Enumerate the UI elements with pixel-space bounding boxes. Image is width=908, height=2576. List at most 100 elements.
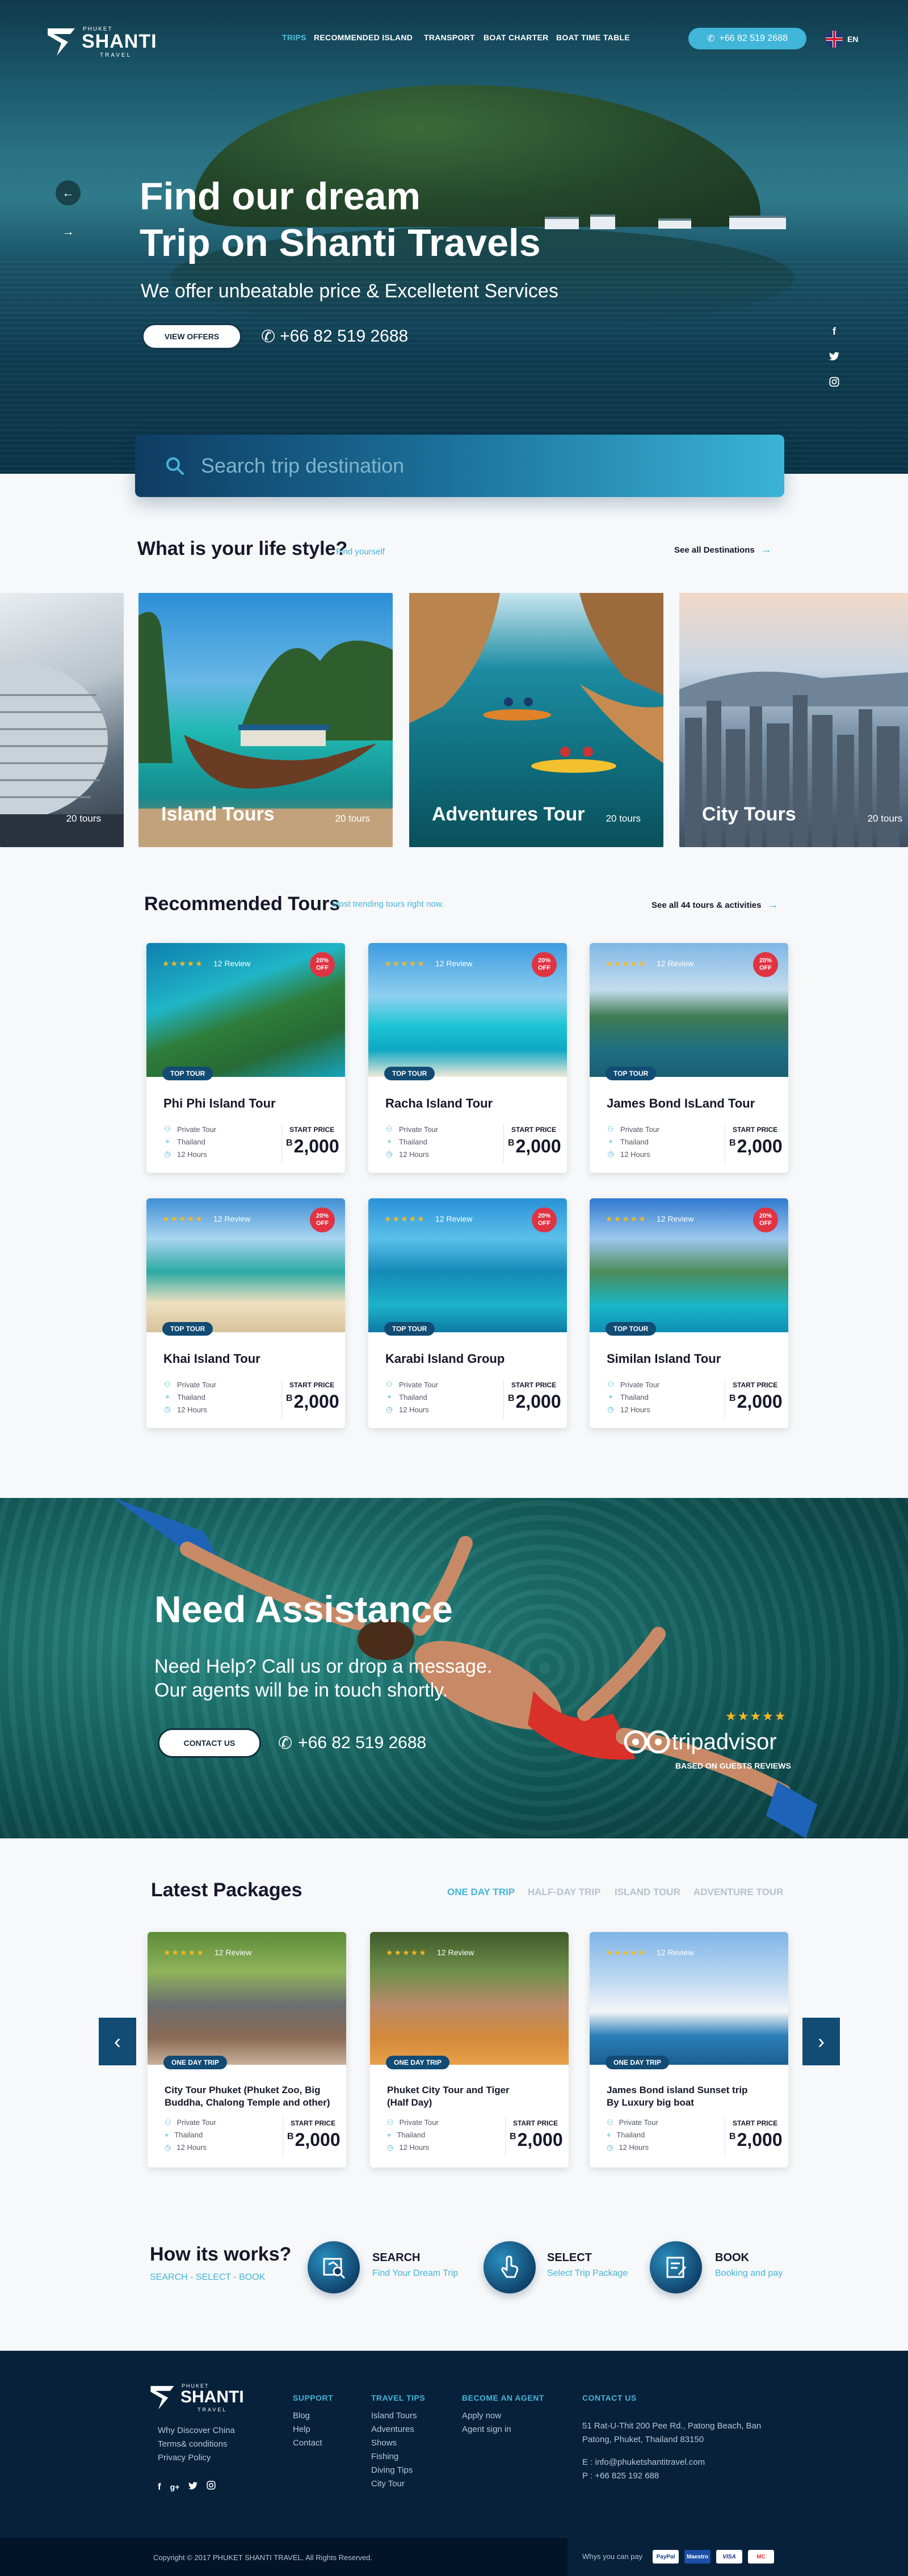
footer-link[interactable]: Fishing [371,2450,425,2464]
tab-island-tour[interactable]: ISLAND TOUR [615,1887,680,1898]
lifestyle-card-city[interactable]: City Tours 20 tours [679,593,908,847]
footer-link[interactable]: Why Discover China [158,2424,235,2438]
footer-link[interactable]: Agent sign in [462,2423,544,2436]
footer-link[interactable]: Apply now [462,2409,544,2423]
footer-link[interactable]: Shows [371,2436,425,2450]
tripadvisor-badge[interactable]: ★★★★★ tripadvisor BASED ON GUESTS REVIEW… [623,1709,805,1777]
see-all-destinations-label: See all Destinations [674,545,755,555]
top-tour-badge: TOP TOUR [162,1067,213,1080]
currency-symbol: B [729,1394,736,1403]
how-step-select[interactable] [484,2241,536,2293]
tour-card[interactable]: ★★★★★ 12 Review 20% OFF TOP TOUR Khai Island … [146,1198,345,1428]
lifestyle-card-city-partial[interactable]: 20 tours [0,593,124,847]
tour-card[interactable]: ★★★★★ 12 Review 20% OFF TOP TOUR Phi Phi Isla… [146,943,345,1173]
tour-card[interactable]: ★★★★★ 12 Review 20% OFF TOP TOUR Similan Isla… [590,1198,788,1428]
tour-card[interactable]: ★★★★★ 12 Review 20% OFF TOP TOUR James Bond I… [590,943,788,1173]
footer-link[interactable]: Privacy Policy [158,2451,235,2465]
tour-name: Similan Island Tour [607,1352,721,1366]
footer-link[interactable]: Terms& conditions [158,2438,235,2451]
footer-phone[interactable]: P : +66 825 192 688 [582,2469,761,2483]
slider-next-button[interactable]: → [56,219,81,244]
see-all-destinations-link[interactable]: See all Destinations → [674,544,772,557]
package-name-line1: Phuket City Tour and Tiger [387,2085,510,2095]
google-plus-icon[interactable]: g+ [170,2482,180,2491]
discount-badge: 20% OFF [753,952,778,977]
price-value: 2,000 [737,1136,783,1156]
tab-one-day-trip[interactable]: ONE DAY TRIP [447,1887,515,1898]
search-bar[interactable] [135,435,784,497]
footer-address: 51 Rat-U-Thit 200 Pee Rd., Patong Beach,… [582,2421,762,2431]
packages-prev-button[interactable]: ‹ [99,2018,136,2065]
package-name: City Tour Phuket (Phuket Zoo, Big Buddha,… [165,2084,335,2109]
one-day-trip-badge: ONE DAY TRIP [163,2056,228,2069]
nav-recommended-island[interactable]: RECOMMENDED ISLAND [314,33,413,42]
footer-link[interactable]: City Tour [371,2477,425,2491]
facebook-icon[interactable]: f [827,326,841,338]
slider-prev-button[interactable]: ← [56,180,81,205]
lifestyle-card-count: 20 tours [66,813,101,824]
tour-price: B2,000 [286,1136,339,1157]
discount-label: OFF [759,965,772,971]
how-step-book[interactable] [650,2241,702,2293]
people-icon: ⚇ [164,1125,171,1133]
tour-duration: ◷ 12 Hours [385,1405,428,1414]
package-card[interactable]: ★★★★★ 12 Review ONE DAY TRIP City Tour Phuk… [148,1932,346,2167]
footer-link[interactable]: Island Tours [371,2409,425,2423]
footer-logo[interactable]: PHUKET SHANTI TRAVEL [149,2382,251,2414]
nav-trips[interactable]: TRIPS [282,33,306,42]
footer-email[interactable]: E : info@phuketshantitravel.com [582,2456,761,2469]
assistance-phone[interactable]: ✆ +66 82 519 2688 [278,1728,426,1758]
package-duration: ◷ 12 Hours [607,2143,649,2152]
nav-transport[interactable]: TRANSPORT [424,33,475,42]
lifestyle-card-label: Adventures Tour [432,803,585,825]
tour-type: ⚇ Private Tour [607,1125,659,1134]
footer-link[interactable]: Adventures [371,2423,425,2436]
location-pin-icon: ⌖ [608,1392,613,1401]
tour-type: ⚇ Private Tour [385,1380,438,1389]
how-step-title: BOOK [715,2251,749,2264]
twitter-icon[interactable] [188,2481,198,2493]
lifestyle-card-island[interactable]: Island Tours 20 tours [138,593,393,847]
tab-adventure-tour[interactable]: ADVENTURE TOUR [693,1887,783,1898]
footer-link[interactable]: Diving Tips [371,2464,425,2477]
footer-link[interactable]: Help [293,2423,333,2436]
tour-type: ⚇ Private Tour [607,1380,659,1389]
rating-stars: ★★★★★ [162,1214,204,1223]
hero-phone[interactable]: ✆ +66 82 519 2688 [261,323,408,350]
twitter-icon[interactable] [827,352,841,364]
see-all-tours-link[interactable]: See all 44 tours & activities → [651,899,778,912]
review-count: 12 Review [657,959,694,968]
clock-icon: ◷ [164,1405,171,1413]
footer-link[interactable]: Blog [293,2409,333,2423]
search-input[interactable] [201,454,712,478]
language-selector[interactable]: EN [826,31,858,48]
visa-card-icon: VISA [716,2550,742,2564]
instagram-icon[interactable] [827,377,841,390]
packages-next-button[interactable]: › [802,2018,840,2065]
top-tour-badge: TOP TOUR [606,1067,657,1080]
tour-duration: ◷ 12 Hours [607,1150,650,1159]
view-offers-button[interactable]: VIEW OFFERS [142,323,242,350]
contact-us-button[interactable]: CONTACT US [158,1728,261,1758]
tab-half-day-trip[interactable]: HALF-DAY TRIP [528,1887,600,1898]
price-value: 2,000 [515,1391,561,1412]
logo[interactable]: PHUKET SHANTI TRAVEL [45,23,165,60]
header-phone-button[interactable]: ✆ +66 82 519 2688 [688,28,806,49]
people-icon: ⚇ [607,1125,614,1133]
people-icon: ⚇ [386,1380,393,1388]
tour-price: B2,000 [508,1391,561,1412]
lifestyle-card-adventure[interactable]: Adventures Tour 20 tours [409,593,663,847]
package-card[interactable]: ★★★★★ 12 Review ONE DAY TRIP Phuket City To… [370,1932,569,2167]
package-card[interactable]: ★★★★★ 12 Review ONE DAY TRIP James Bond isl… [590,1932,788,2167]
nav-boat-time-table[interactable]: BOAT TIME TABLE [556,33,630,42]
discount-label: OFF [316,1220,329,1227]
how-step-search[interactable] [308,2241,360,2293]
footer-link[interactable]: Contact [293,2436,333,2450]
tour-card[interactable]: ★★★★★ 12 Review 20% OFF TOP TOUR Racha Island… [368,943,567,1173]
tour-price: B2,000 [729,1391,783,1412]
instagram-icon[interactable] [207,2481,216,2493]
tour-card[interactable]: ★★★★★ 12 Review 20% OFF TOP TOUR Karabi Islan… [368,1198,567,1428]
nav-boat-charter[interactable]: BOAT CHARTER [484,33,549,42]
package-type-text: Private Tour [176,2118,216,2127]
facebook-icon[interactable]: f [158,2481,161,2493]
